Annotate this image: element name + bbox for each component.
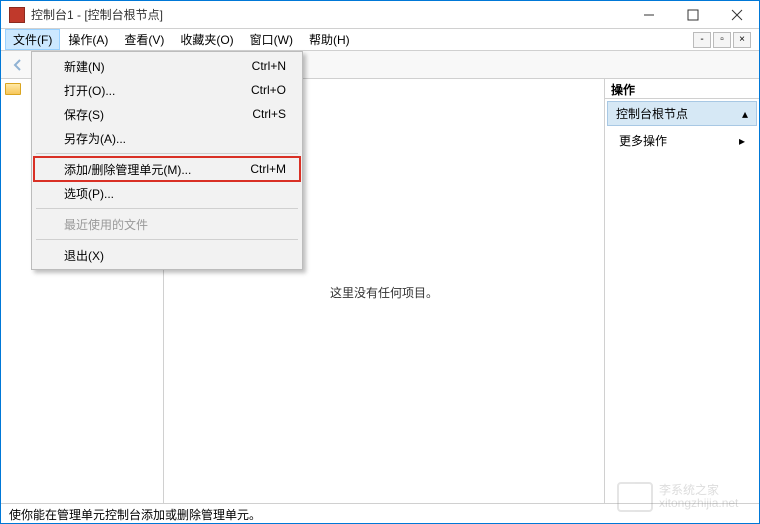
menu-exit[interactable]: 退出(X) [34,243,300,267]
app-icon [9,7,25,23]
menu-bar: 文件(F) 操作(A) 查看(V) 收藏夹(O) 窗口(W) 帮助(H) - ▫… [1,29,759,51]
actions-more[interactable]: 更多操作 ▸ [605,128,759,153]
menu-options[interactable]: 选项(P)... [34,181,300,205]
menu-open[interactable]: 打开(O)... Ctrl+O [34,78,300,102]
menu-save-label: 保存(S) [64,106,104,123]
menu-open-shortcut: Ctrl+O [221,83,286,97]
menu-new-shortcut: Ctrl+N [222,59,286,73]
menu-new[interactable]: 新建(N) Ctrl+N [34,54,300,78]
title-bar: 控制台1 - [控制台根节点] [1,1,759,29]
menu-window[interactable]: 窗口(W) [242,29,301,50]
maximize-button[interactable] [671,1,715,29]
actions-header: 操作 [605,79,759,99]
status-text: 使你能在管理单元控制台添加或删除管理单元。 [9,508,261,522]
mdi-restore[interactable]: ▫ [713,32,731,48]
window-controls [627,1,759,29]
menu-saveas[interactable]: 另存为(A)... [34,126,300,150]
menu-saveas-label: 另存为(A)... [64,130,126,147]
mdi-controls: - ▫ × [693,29,755,50]
menu-separator [36,208,298,209]
menu-addremove-label: 添加/删除管理单元(M)... [64,161,191,178]
menu-file[interactable]: 文件(F) [5,29,60,50]
minimize-button[interactable] [627,1,671,29]
back-button[interactable] [7,54,29,76]
menu-separator [36,153,298,154]
collapse-arrow-icon: ▴ [742,107,748,121]
actions-rootnode-label: 控制台根节点 [616,105,688,122]
close-button[interactable] [715,1,759,29]
menu-recent: 最近使用的文件 [34,212,300,236]
actions-rootnode[interactable]: 控制台根节点 ▴ [607,101,757,126]
mdi-minimize[interactable]: - [693,32,711,48]
submenu-arrow-icon: ▸ [739,134,745,148]
menu-addremove-shortcut: Ctrl+M [220,162,286,176]
file-menu-dropdown: 新建(N) Ctrl+N 打开(O)... Ctrl+O 保存(S) Ctrl+… [31,51,303,270]
menu-addremove-snapin[interactable]: 添加/删除管理单元(M)... Ctrl+M [34,157,300,181]
status-bar: 使你能在管理单元控制台添加或删除管理单元。 [1,503,759,523]
menu-recent-label: 最近使用的文件 [64,216,148,233]
menu-action[interactable]: 操作(A) [60,29,116,50]
menu-open-label: 打开(O)... [64,82,115,99]
menu-exit-label: 退出(X) [64,247,104,264]
actions-more-label: 更多操作 [619,132,667,149]
mdi-close[interactable]: × [733,32,751,48]
menu-save[interactable]: 保存(S) Ctrl+S [34,102,300,126]
menu-save-shortcut: Ctrl+S [222,107,286,121]
menu-new-label: 新建(N) [64,58,105,75]
menu-help[interactable]: 帮助(H) [301,29,358,50]
menu-favorites[interactable]: 收藏夹(O) [172,29,241,50]
window-title: 控制台1 - [控制台根节点] [31,6,627,23]
menu-separator [36,239,298,240]
empty-message: 这里没有任何项目。 [330,284,438,301]
folder-icon [5,83,21,95]
menu-options-label: 选项(P)... [64,185,114,202]
actions-pane: 操作 控制台根节点 ▴ 更多操作 ▸ [604,79,759,505]
menu-view[interactable]: 查看(V) [116,29,172,50]
